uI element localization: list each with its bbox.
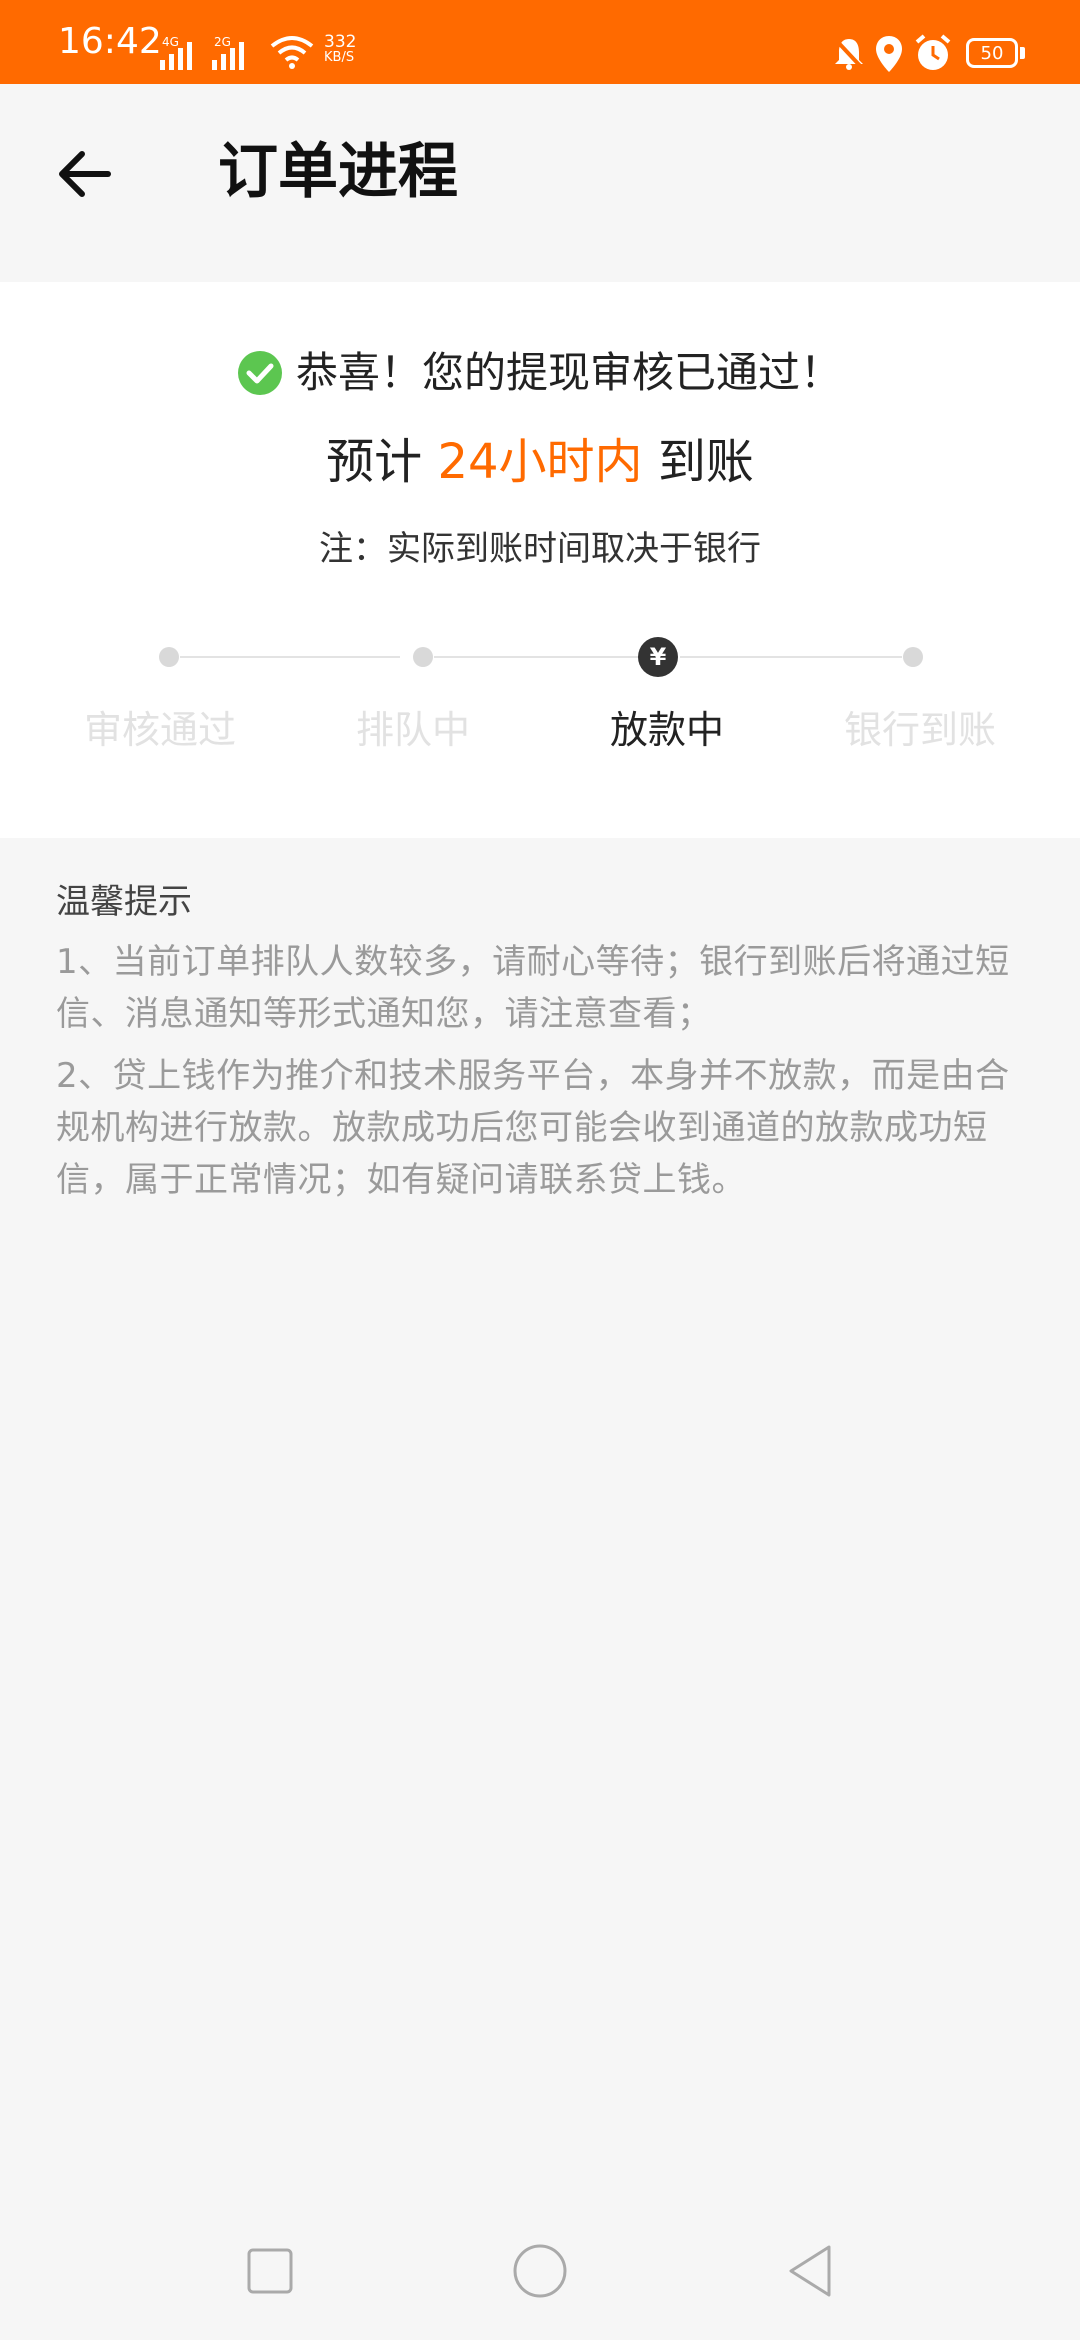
step-dot-approved [159, 647, 179, 667]
triangle-back-icon [789, 2245, 831, 2297]
location-icon [876, 36, 902, 72]
check-circle-icon [237, 351, 282, 395]
net-speed: 332 KB/S [324, 34, 356, 66]
progress-card: 恭喜！您的提现审核已通过！ 预计 24小时内 到账 注：实际到账时间取决于银行 … [0, 282, 1080, 838]
bank-note: 注：实际到账时间取决于银行 [319, 529, 761, 569]
net-speed-value: 332 [324, 32, 357, 52]
eta-line: 预计 24小时内 到账 [0, 428, 1080, 496]
back-nav-button[interactable] [775, 2236, 845, 2306]
step-connector [180, 656, 400, 658]
wifi-icon [270, 36, 314, 69]
yen-glyph: ¥ [649, 643, 667, 671]
step-dot-queued [413, 647, 433, 667]
eta-suffix: 到账 [657, 434, 754, 490]
tip-item: 1、当前订单排队人数较多，请耐心等待；银行到账后将通过短信、消息通知等形式通知您… [56, 942, 1010, 1034]
recents-button[interactable] [235, 2236, 305, 2306]
home-button[interactable] [505, 2236, 575, 2306]
step-connector [680, 656, 902, 658]
eta-highlight: 24小时内 [437, 434, 643, 490]
status-bar: 16:42 4G 2G 332 KB/S 50 [0, 0, 1080, 84]
yen-icon: ¥ [638, 637, 678, 677]
tips-title: 温馨提示 [56, 882, 192, 922]
battery-level: 50 [980, 42, 1004, 64]
success-text: 恭喜！您的提现审核已通过！ [295, 348, 842, 397]
back-button[interactable] [44, 134, 124, 214]
tips-section: 温馨提示 1、当前订单排队人数较多，请耐心等待；银行到账后将通过短信、消息通知等… [56, 878, 1026, 1216]
page-title: 订单进程 [218, 137, 458, 207]
circle-icon [513, 2244, 567, 2298]
net-speed-unit: KB/S [324, 50, 355, 65]
signal-icon [160, 42, 192, 70]
app-bar: 订单进程 [0, 84, 1080, 280]
step-connector [434, 656, 640, 658]
system-nav-bar [0, 2200, 1080, 2340]
tip-item: 2、贷上钱作为推介和技术服务平台，本身并不放款，而是由合规机构进行放款。放款成功… [56, 1056, 1010, 1200]
eta-prefix: 预计 [326, 434, 423, 490]
alarm-icon [915, 34, 951, 70]
battery-icon: 50 [966, 38, 1018, 68]
step-label-queued: 排队中 [355, 708, 470, 752]
battery-cap [1020, 47, 1025, 59]
status-time: 16:42 [58, 21, 162, 62]
mute-bell-icon [833, 37, 865, 71]
signal-icon [212, 42, 244, 70]
step-label-disbursing: 放款中 [609, 708, 724, 752]
success-message: 恭喜！您的提现审核已通过！ [0, 342, 1080, 404]
arrow-left-icon [59, 151, 111, 197]
square-icon [247, 2248, 293, 2294]
step-dot-arrived [903, 647, 923, 667]
step-label-arrived: 银行到账 [843, 708, 996, 752]
step-label-approved: 审核通过 [83, 708, 236, 752]
